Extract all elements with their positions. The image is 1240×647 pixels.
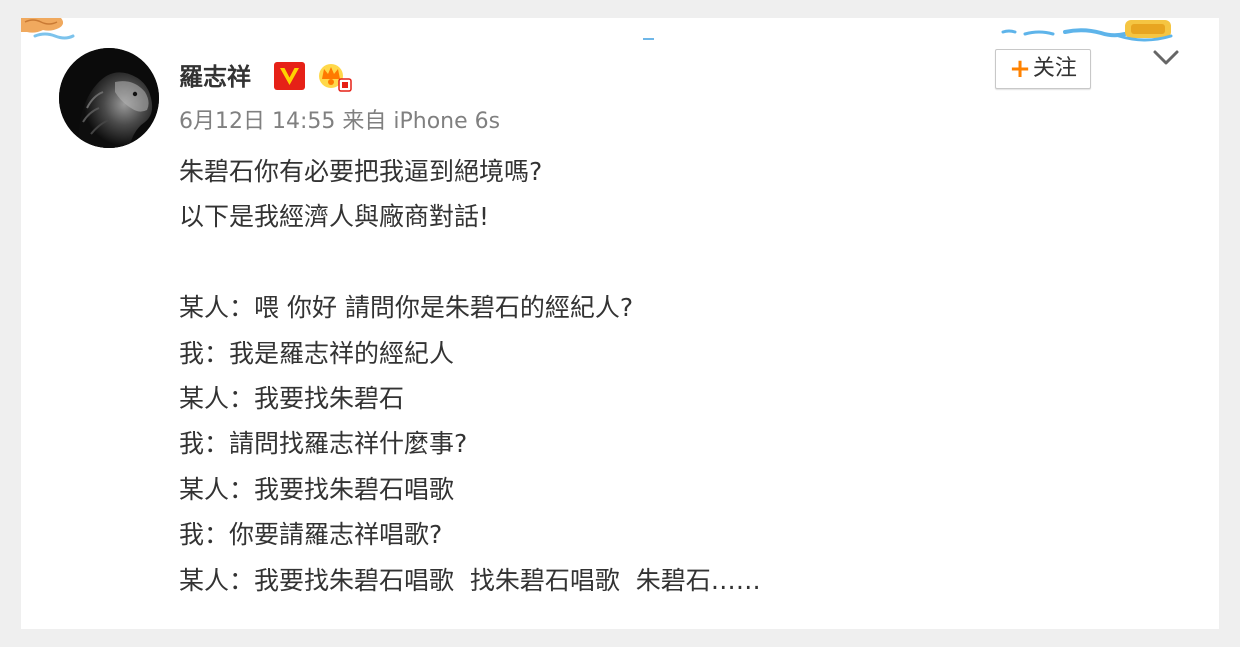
content-line: 朱碧石你有必要把我逼到絕境嗎?	[179, 157, 543, 186]
avatar[interactable]	[59, 48, 159, 148]
content-line: 某人：我要找朱碧石	[179, 383, 405, 413]
content-line: 以下是我經濟人與廠商對話!	[179, 202, 490, 232]
post-meta: 6月12日 14:55 来自 iPhone 6s	[179, 109, 501, 134]
content-line: 某人：我要找朱碧石唱歌	[179, 474, 455, 504]
card-decoration-mid	[643, 38, 654, 40]
verified-icon	[274, 62, 305, 90]
card-decoration-right	[1001, 20, 1173, 42]
content-line: 我：我是羅志祥的經紀人	[179, 338, 455, 368]
post-content: 朱碧石你有必要把我逼到絕境嗎? 以下是我經濟人與廠商對話! 某人：喂 你好 請問…	[179, 149, 1139, 603]
content-line: 我：你要請羅志祥唱歌?	[179, 520, 443, 550]
content-line	[179, 240, 1139, 285]
author-name[interactable]: 羅志祥	[179, 61, 251, 93]
content-line: 某人：我要找朱碧石唱歌 找朱碧石唱歌 朱碧石……	[179, 565, 761, 595]
follow-button[interactable]: + 关注	[995, 49, 1091, 89]
follow-button-label: 关注	[1032, 56, 1077, 81]
chevron-down-icon[interactable]	[1152, 48, 1180, 68]
crown-icon	[319, 64, 352, 92]
weibo-post-card: 羅志祥 6月12日 14:55 来自 iPhone 6s + 关注 朱碧石你有必…	[21, 18, 1219, 629]
card-decoration-left	[21, 18, 75, 40]
lion-portrait-image	[59, 48, 159, 148]
plus-icon: +	[1009, 54, 1031, 84]
content-line: 某人：喂 你好 請問你是朱碧石的經紀人?	[179, 293, 634, 323]
content-line: 我：請問找羅志祥什麼事?	[179, 429, 468, 459]
